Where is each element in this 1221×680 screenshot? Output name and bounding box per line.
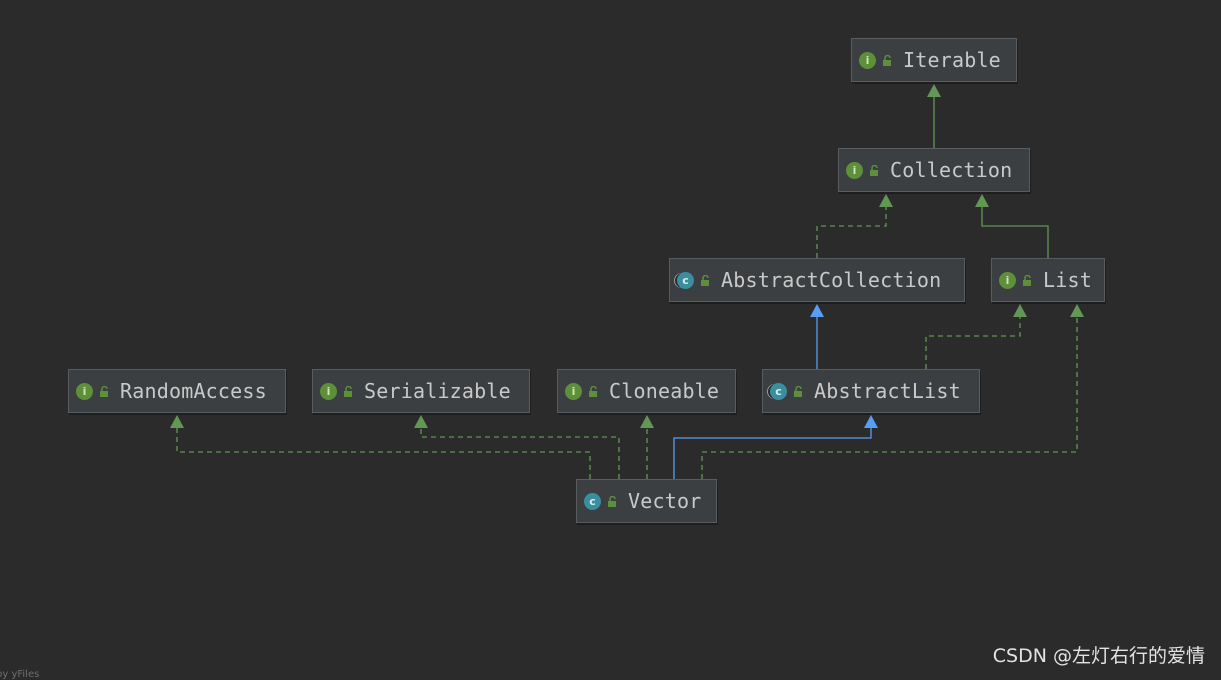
node-label: AbstractList	[814, 379, 961, 403]
node-abstract-list[interactable]: c AbstractList	[762, 369, 980, 413]
interface-icon: i	[859, 51, 876, 69]
node-label: Iterable	[903, 48, 1001, 72]
arrowhead-abstractcollection-to-collection	[879, 194, 893, 207]
interface-icon: i	[999, 271, 1016, 289]
interface-icon: i	[565, 382, 582, 400]
edge-abstractcollection-to-collection	[816, 205, 887, 258]
node-cloneable[interactable]: i Cloneable	[557, 369, 736, 413]
edges-layer	[170, 84, 1084, 479]
abstract-class-icon: c	[770, 382, 787, 400]
node-label: Collection	[890, 158, 1013, 182]
node-label: Serializable	[364, 379, 511, 403]
arrowhead-vector-to-abstractlist	[864, 415, 878, 428]
node-label: List	[1043, 268, 1092, 292]
interface-icon: i	[846, 161, 863, 179]
interface-icon: i	[76, 382, 93, 400]
node-label: Vector	[628, 489, 702, 513]
interface-icon: i	[320, 382, 337, 400]
unlock-icon	[701, 274, 709, 286]
node-vector[interactable]: c Vector	[576, 479, 717, 523]
unlock-icon	[608, 495, 616, 507]
arrowhead-vector-to-randomaccess	[170, 415, 184, 428]
watermark: CSDN @左灯右行的爱情	[992, 645, 1205, 667]
abstract-class-icon: c	[677, 271, 694, 289]
edge-list-to-collection	[981, 205, 1049, 258]
node-collection[interactable]: i Collection	[838, 148, 1030, 192]
corner-text: by yFiles	[0, 669, 40, 680]
arrowhead-vector-to-cloneable	[640, 415, 654, 428]
arrowhead-list-to-collection	[975, 194, 989, 207]
node-label: AbstractCollection	[721, 268, 942, 292]
unlock-icon	[344, 385, 352, 397]
node-label: Cloneable	[609, 379, 720, 403]
node-serializable[interactable]: i Serializable	[312, 369, 530, 413]
unlock-icon	[1023, 274, 1031, 286]
node-abstract-collection[interactable]: c AbstractCollection	[669, 258, 965, 302]
edge-abstractlist-to-list	[925, 315, 1021, 369]
unlock-icon	[100, 385, 108, 397]
arrowhead-abstractlist-to-abstractcollection	[810, 304, 824, 317]
arrowhead-collection-to-iterable	[927, 84, 941, 97]
node-iterable[interactable]: i Iterable	[851, 38, 1017, 82]
edge-vector-to-randomaccess	[176, 426, 591, 479]
unlock-icon	[883, 54, 891, 66]
unlock-icon	[870, 164, 878, 176]
arrowhead-abstractlist-to-list	[1013, 304, 1027, 317]
node-random-access[interactable]: i RandomAccess	[68, 369, 286, 413]
class-icon: c	[584, 492, 601, 510]
unlock-icon	[589, 385, 597, 397]
arrowhead-vector-to-list	[1070, 304, 1084, 317]
node-list[interactable]: i List	[991, 258, 1105, 302]
unlock-icon	[794, 385, 802, 397]
arrowhead-vector-to-serializable	[414, 415, 428, 428]
node-label: RandomAccess	[120, 379, 267, 403]
